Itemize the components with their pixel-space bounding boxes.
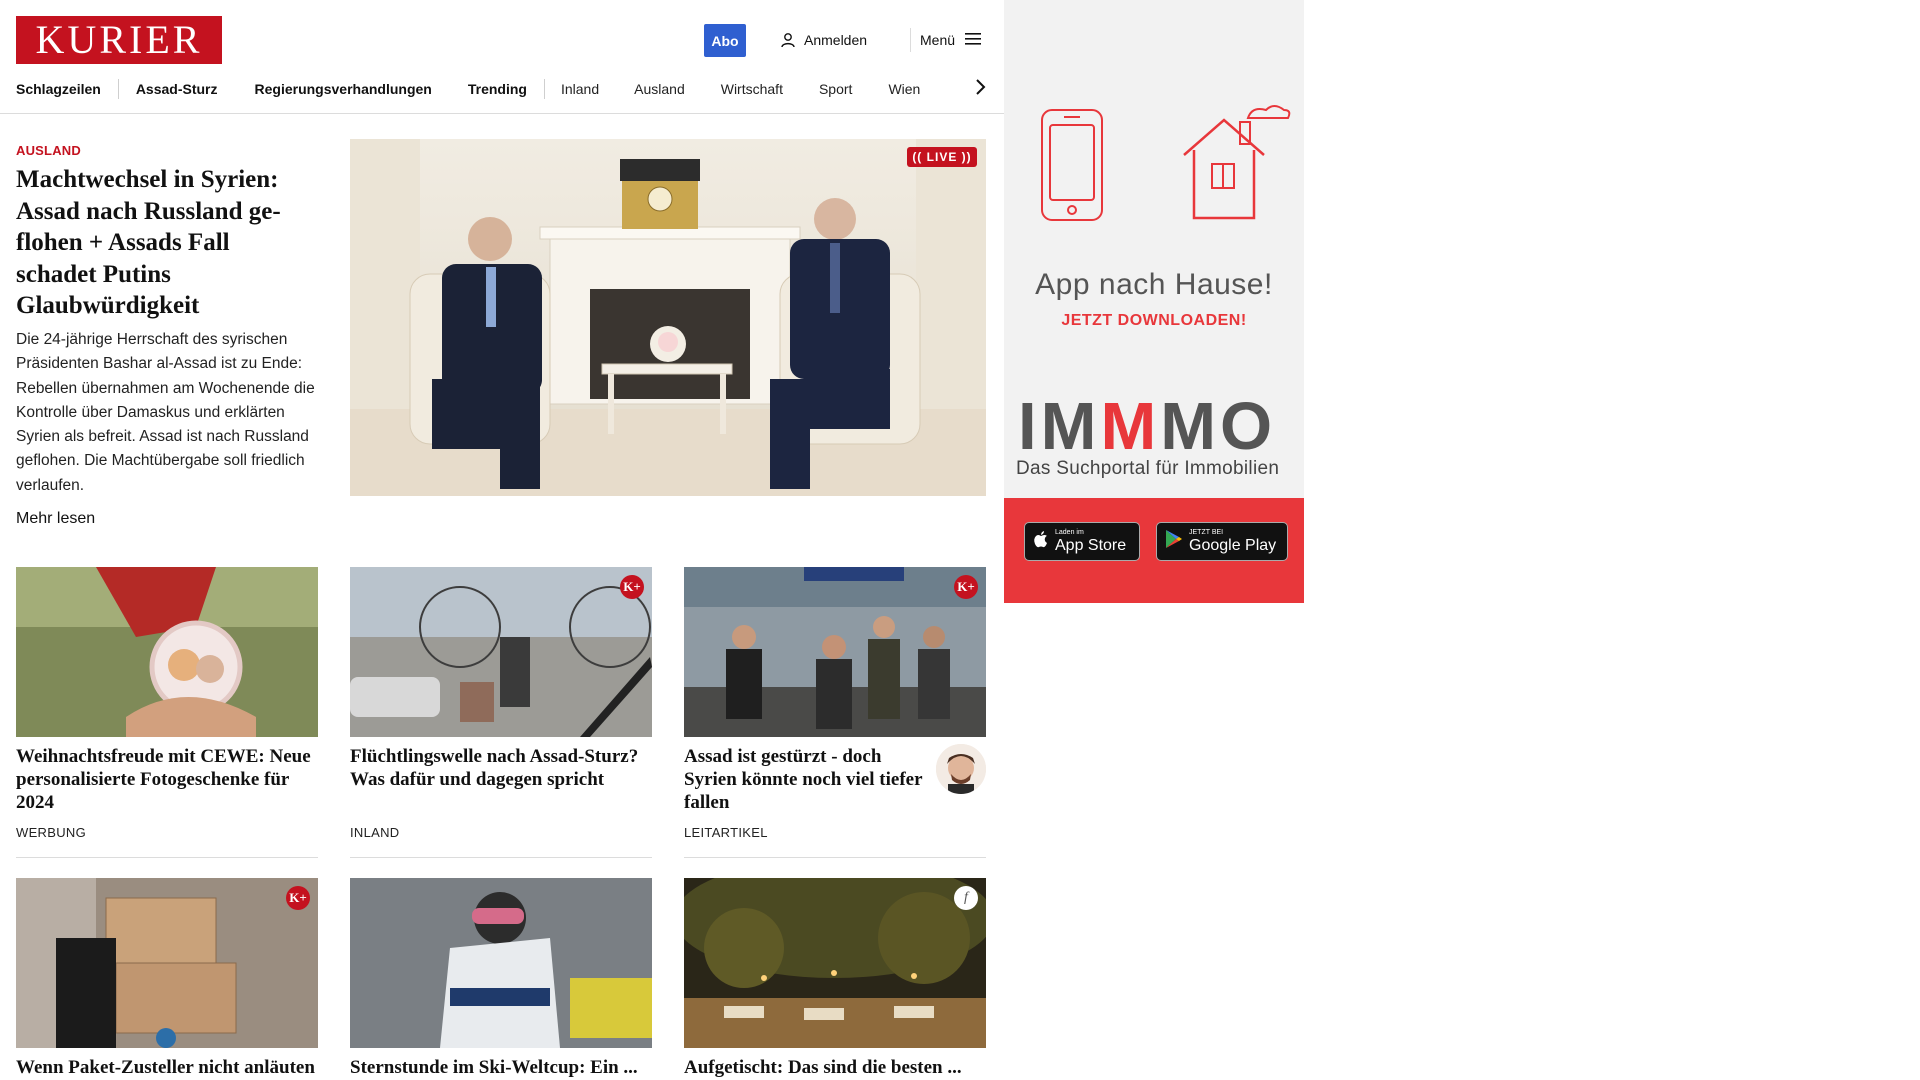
google-play-label: Google Play xyxy=(1189,537,1277,554)
login-button[interactable]: Anmelden xyxy=(780,28,867,52)
brand-part-a: IM xyxy=(1018,389,1101,464)
immmo-advertisement[interactable]: App nach Hause! JETZT DOWNLOADEN! IMMMO … xyxy=(1004,0,1304,603)
article-title[interactable]: Sternstunde im Ski-Weltcup: Ein ... xyxy=(350,1056,650,1079)
nav-item-schlagzeilen[interactable]: Schlagzeilen xyxy=(16,76,101,102)
freizeit-plus-badge: f xyxy=(954,886,978,910)
nav-item-regierungsverhandlungen[interactable]: Regierungsverhandlungen xyxy=(255,76,432,102)
read-more-link[interactable]: Mehr lesen xyxy=(16,510,95,528)
google-play-icon xyxy=(1165,529,1183,554)
ad-cta[interactable]: JETZT DOWNLOADEN! xyxy=(1004,312,1304,330)
article-kicker: INLAND xyxy=(350,825,400,840)
article-image[interactable]: f xyxy=(684,878,986,1048)
brand-part-b: MO xyxy=(1160,389,1277,464)
nav-item-assad-sturz[interactable]: Assad-Sturz xyxy=(136,76,218,102)
app-store-button[interactable]: Laden im App Store xyxy=(1024,522,1140,561)
apple-icon xyxy=(1033,530,1049,553)
app-store-label: App Store xyxy=(1055,537,1127,554)
header-divider xyxy=(910,28,911,52)
google-play-button[interactable]: JETZT BEI Google Play xyxy=(1156,522,1288,561)
kurier-plus-badge: K+ xyxy=(954,575,978,599)
nav-item-wirtschaft[interactable]: Wirtschaft xyxy=(721,76,783,102)
hero-teaser: Die 24-jährige Herrschaft des syrischen … xyxy=(16,331,315,494)
chevron-right-icon xyxy=(974,78,986,101)
article-title[interactable]: Weihnachtsfreude mit CEWE: Neue personal… xyxy=(16,745,316,814)
kurier-plus-badge: K+ xyxy=(286,886,310,910)
hero-image[interactable] xyxy=(350,139,986,496)
hero-kicker[interactable]: AUSLAND xyxy=(16,143,81,158)
menu-label: Menü xyxy=(920,32,956,48)
logo-text: KURIER xyxy=(35,17,203,62)
brand-part-m: M xyxy=(1100,389,1161,464)
article-kicker: LEITARTIKEL xyxy=(684,825,768,840)
user-icon xyxy=(780,32,796,48)
nav-item-ausland[interactable]: Ausland xyxy=(634,76,685,102)
kurier-logo[interactable]: KURIER xyxy=(16,16,222,64)
immmo-logo: IMMMO xyxy=(1018,393,1290,460)
nav-separator xyxy=(543,79,545,99)
card-divider xyxy=(684,857,986,858)
smartphone-icon xyxy=(1041,109,1103,221)
hamburger-icon xyxy=(965,32,982,49)
nav-item-trending[interactable]: Trending xyxy=(468,76,527,102)
app-store-small-label: Laden im xyxy=(1055,529,1084,536)
article-title[interactable]: Flüchtlingswelle nach Assad-Sturz? Was d… xyxy=(350,745,650,791)
live-wave-right-icon: )) xyxy=(961,150,972,164)
article-title[interactable]: Wenn Paket-Zusteller nicht anläu­ten ode… xyxy=(16,1056,316,1080)
menu-button[interactable]: Menü xyxy=(920,28,982,52)
site-header: KURIER Abo Anmelden Menü Schlagzeilen As… xyxy=(0,0,1004,114)
main-nav: Schlagzeilen Assad-Sturz Regierungsverha… xyxy=(16,76,996,102)
article-title[interactable]: Aufgetischt: Das sind die besten ... xyxy=(684,1056,984,1079)
author-avatar[interactable] xyxy=(936,744,986,794)
nav-item-inland[interactable]: Inland xyxy=(561,76,599,102)
article-image[interactable]: K+ xyxy=(16,878,318,1048)
article-image[interactable] xyxy=(350,878,652,1048)
live-badge: (( LIVE )) xyxy=(907,147,977,167)
card-divider xyxy=(350,857,652,858)
ad-subtitle: Das Suchportal für Immobilien xyxy=(1016,458,1280,479)
article-image[interactable]: K+ xyxy=(350,567,652,737)
main-column: KURIER Abo Anmelden Menü Schlagzeilen As… xyxy=(0,0,1004,1080)
nav-separator xyxy=(117,79,119,99)
nav-item-sport[interactable]: Sport xyxy=(819,76,852,102)
card-divider xyxy=(16,857,318,858)
nav-item-wien[interactable]: Wien xyxy=(888,76,920,102)
login-label: Anmelden xyxy=(804,32,868,48)
ad-title: App nach Hause! xyxy=(1035,268,1273,301)
abo-button[interactable]: Abo xyxy=(704,24,746,57)
google-play-small-label: JETZT BEI xyxy=(1189,529,1224,536)
nav-scroll-right[interactable] xyxy=(968,77,992,101)
article-image[interactable] xyxy=(16,567,318,737)
article-kicker: WERBUNG xyxy=(16,825,86,840)
article-image[interactable]: K+ xyxy=(684,567,986,737)
live-label: LIVE xyxy=(926,150,958,164)
kurier-plus-badge: K+ xyxy=(620,575,644,599)
article-title[interactable]: Assad ist gestürzt - doch Syrien könnte … xyxy=(684,745,924,814)
house-icon xyxy=(1183,105,1291,220)
live-wave-left-icon: (( xyxy=(912,150,923,164)
hero-headline[interactable]: Machtwechsel in Syrien: Assad nach Russl… xyxy=(16,164,316,322)
